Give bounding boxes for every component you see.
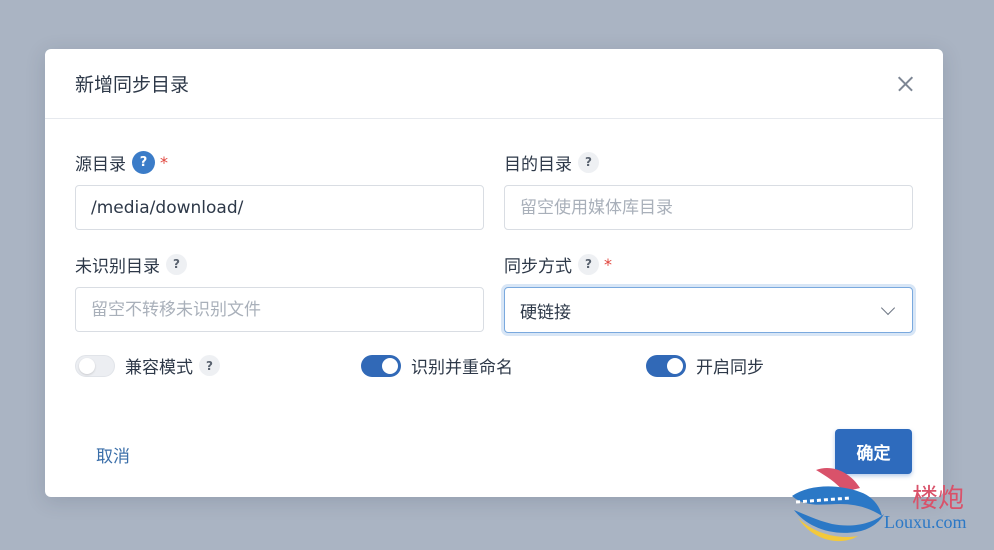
dialog-header: 新增同步目录 xyxy=(45,49,943,119)
target-directory-label: 目的目录 xyxy=(504,154,572,175)
rename-toggle[interactable] xyxy=(361,354,401,377)
add-sync-directory-dialog: 新增同步目录 源目录 ? * 目的目录 ? 未识别目录 ? 同步方式 ? * xyxy=(45,49,943,497)
help-icon[interactable]: ? xyxy=(166,253,187,275)
sync-mode-field: 同步方式 ? * 硬链接 xyxy=(504,251,913,333)
source-directory-input[interactable] xyxy=(75,185,484,230)
rename-label: 识别并重命名 xyxy=(411,358,513,378)
source-directory-field: 源目录 ? * xyxy=(75,149,484,230)
sync-mode-selected-value: 硬链接 xyxy=(520,302,571,323)
bird-logo-icon xyxy=(792,468,884,542)
source-directory-label-row: 源目录 ? * xyxy=(75,149,484,175)
target-directory-field: 目的目录 ? xyxy=(504,149,913,230)
help-icon[interactable]: ? xyxy=(578,253,599,275)
help-icon[interactable]: ? xyxy=(199,355,220,376)
enable-sync-label: 开启同步 xyxy=(696,358,764,378)
source-directory-label: 源目录 xyxy=(75,154,126,175)
enable-sync-toggle[interactable] xyxy=(646,354,686,377)
compat-mode-label: 兼容模式 xyxy=(125,358,193,378)
dialog-title: 新增同步目录 xyxy=(75,74,190,96)
required-marker: * xyxy=(160,152,168,172)
compat-mode-switch-row: 兼容模式 ? xyxy=(75,353,220,378)
rename-switch-row: 识别并重命名 xyxy=(361,353,513,378)
sync-mode-select[interactable]: 硬链接 xyxy=(504,287,913,333)
chevron-down-icon xyxy=(880,300,896,315)
unrecognized-directory-input[interactable] xyxy=(75,287,484,332)
cancel-button[interactable]: 取消 xyxy=(96,442,130,467)
toggle-knob xyxy=(382,357,398,374)
compat-mode-toggle[interactable] xyxy=(75,354,115,377)
help-icon[interactable]: ? xyxy=(578,151,599,173)
unrecognized-directory-label-row: 未识别目录 ? xyxy=(75,251,484,277)
sync-mode-label-row: 同步方式 ? * xyxy=(504,251,913,277)
unrecognized-directory-field: 未识别目录 ? xyxy=(75,251,484,332)
toggle-knob xyxy=(667,357,683,374)
sync-mode-label: 同步方式 xyxy=(504,256,572,277)
target-directory-label-row: 目的目录 ? xyxy=(504,149,913,175)
toggle-knob xyxy=(79,357,95,374)
unrecognized-directory-label: 未识别目录 xyxy=(75,256,160,277)
watermark-cn-text: 楼炮 xyxy=(912,484,965,514)
target-directory-input[interactable] xyxy=(504,185,913,230)
close-icon[interactable] xyxy=(893,72,917,96)
help-icon[interactable]: ? xyxy=(132,150,155,174)
enable-sync-switch-row: 开启同步 xyxy=(646,353,764,378)
watermark-logo: 楼炮 Louxu.com xyxy=(786,462,994,550)
required-marker: * xyxy=(604,254,612,274)
watermark-en-text: Louxu.com xyxy=(884,512,967,532)
